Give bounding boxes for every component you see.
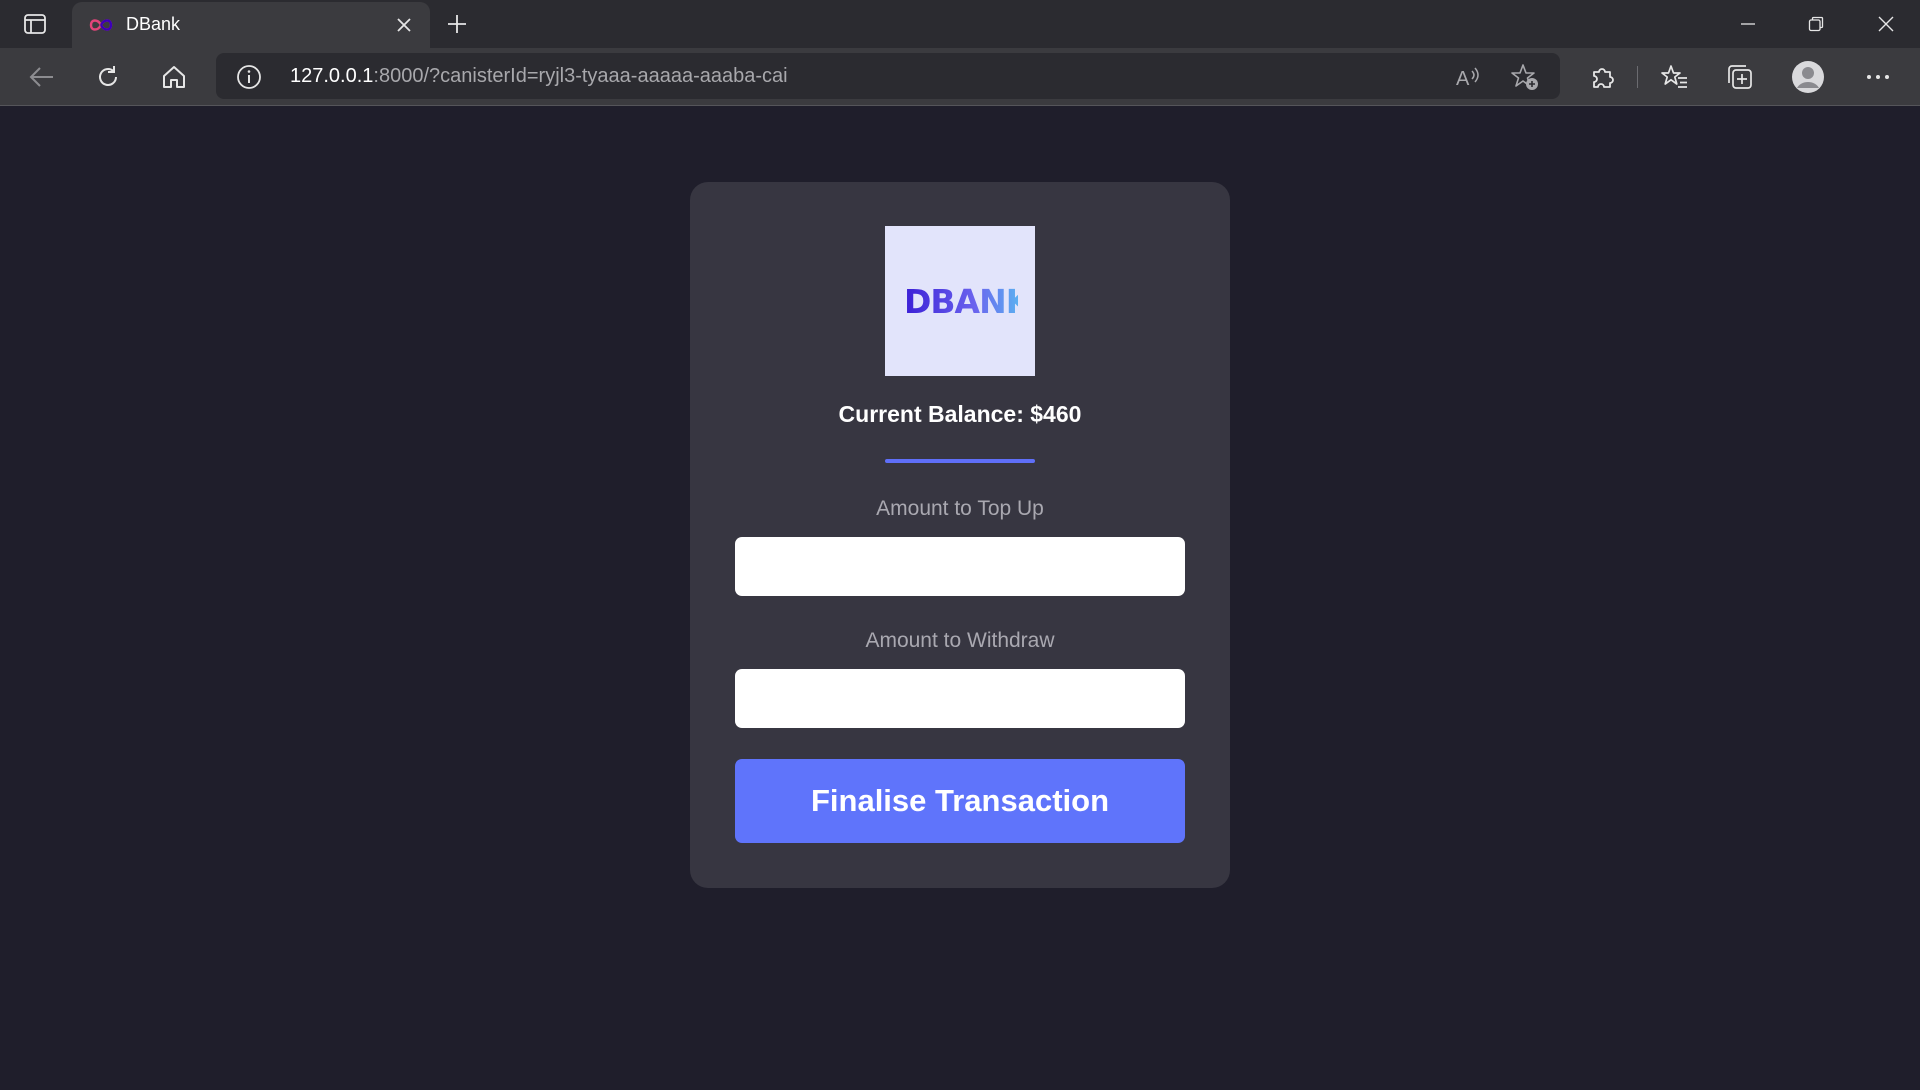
window-minimize-button[interactable] (1714, 0, 1782, 48)
back-button[interactable] (22, 57, 62, 97)
plus-icon (448, 15, 466, 33)
browser-tab-bar: DBank (0, 0, 1920, 48)
ellipsis-icon (1867, 75, 1889, 79)
url-host: 127.0.0.1 (290, 65, 374, 87)
reload-button[interactable] (88, 57, 128, 97)
close-icon (1878, 16, 1894, 32)
tab-title: DBank (126, 14, 181, 34)
favorites-list-icon (1661, 65, 1687, 88)
withdraw-amount-input[interactable] (735, 669, 1185, 728)
dfinity-favicon-icon (89, 19, 113, 31)
close-icon (397, 18, 411, 32)
home-button[interactable] (154, 57, 194, 97)
address-bar[interactable]: 127.0.0.1:8000/?canisterId=ryjl3-tyaaa-a… (216, 53, 1560, 99)
read-aloud-icon[interactable]: A (1454, 63, 1482, 91)
tab-close-button[interactable] (390, 11, 418, 39)
window-restore-button[interactable] (1782, 0, 1850, 48)
collections-icon (1728, 65, 1752, 89)
bank-card: DBANK Current Balance: $460 Amount to To… (690, 182, 1230, 888)
withdraw-label: Amount to Withdraw (865, 629, 1055, 652)
browser-toolbar: 127.0.0.1:8000/?canisterId=ryjl3-tyaaa-a… (0, 48, 1920, 106)
avatar-icon (1792, 61, 1824, 93)
home-icon (163, 66, 185, 88)
reload-icon (99, 66, 117, 86)
tab-actions-icon (24, 14, 46, 34)
toolbar-separator (1637, 66, 1638, 88)
dbank-logo-wordmark: DBANK (904, 282, 1018, 321)
finalise-transaction-button[interactable]: Finalise Transaction (735, 759, 1185, 843)
url-path: :8000/?canisterId=ryjl3-tyaaa-aaaaa-aaab… (373, 65, 788, 87)
new-tab-button[interactable] (440, 8, 474, 40)
collections-button[interactable] (1722, 59, 1758, 95)
favorites-button[interactable] (1656, 59, 1692, 95)
add-favorite-icon[interactable] (1510, 63, 1540, 91)
url-text[interactable]: 127.0.0.1:8000/?canisterId=ryjl3-tyaaa-a… (290, 65, 788, 88)
current-balance: Current Balance: $460 (838, 401, 1082, 427)
browser-tab-dbank[interactable]: DBank (72, 2, 430, 48)
accent-divider (885, 459, 1035, 463)
svg-text:A: A (1456, 68, 1470, 90)
puzzle-icon (1593, 68, 1614, 88)
site-info-icon[interactable] (236, 64, 262, 90)
dbank-logo: DBANK (885, 226, 1035, 376)
topup-amount-input[interactable] (735, 537, 1185, 596)
page-viewport: DBANK Current Balance: $460 Amount to To… (0, 107, 1920, 1090)
profile-button[interactable] (1790, 59, 1826, 95)
restore-icon (1808, 16, 1824, 32)
topup-label: Amount to Top Up (876, 497, 1044, 520)
extensions-button[interactable] (1584, 59, 1620, 95)
window-close-button[interactable] (1852, 0, 1920, 48)
more-menu-button[interactable] (1860, 59, 1896, 95)
tab-actions-button[interactable] (18, 10, 52, 38)
arrow-left-icon (29, 67, 53, 87)
minimize-icon (1741, 23, 1755, 25)
logo-text: DBANK (904, 282, 1018, 321)
